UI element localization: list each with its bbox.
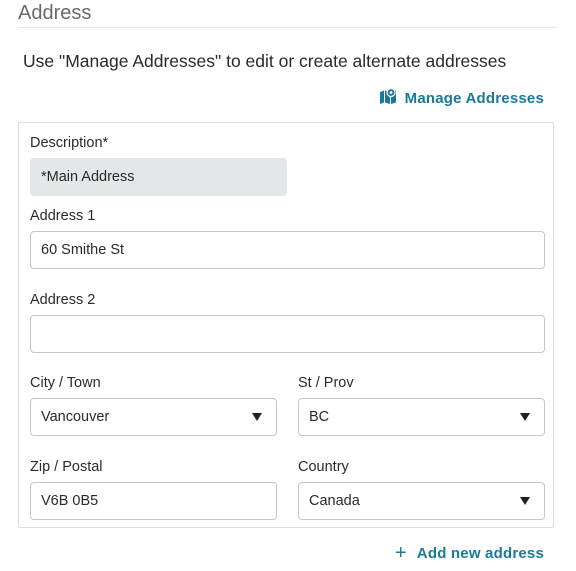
country-selected-value: Canada <box>309 493 360 509</box>
section-divider <box>18 27 557 28</box>
state-select[interactable]: BC <box>298 398 545 436</box>
description-field: *Main Address <box>30 158 287 196</box>
address2-label: Address 2 <box>30 292 96 308</box>
address-section: Address Use "Manage Addresses" to edit o… <box>0 0 576 571</box>
add-new-address-link[interactable]: + Add new address <box>395 543 544 563</box>
add-new-address-label: Add new address <box>416 544 544 562</box>
address1-input[interactable] <box>30 231 545 269</box>
manage-hint-text: Use "Manage Addresses" to edit or create… <box>23 51 507 71</box>
chevron-down-icon <box>520 497 530 505</box>
city-select[interactable]: Vancouver <box>30 398 277 436</box>
address1-label: Address 1 <box>30 208 96 224</box>
map-icon <box>379 87 405 108</box>
chevron-down-icon <box>520 413 530 421</box>
section-title: Address <box>18 2 92 24</box>
zip-input[interactable] <box>30 482 277 520</box>
chevron-down-icon <box>252 413 262 421</box>
manage-addresses-label: Manage Addresses <box>404 89 544 107</box>
country-label: Country <box>298 459 349 475</box>
manage-addresses-link[interactable]: Manage Addresses <box>379 87 544 108</box>
zip-label: Zip / Postal <box>30 459 103 475</box>
state-selected-value: BC <box>309 409 330 425</box>
city-label: City / Town <box>30 375 101 391</box>
address-form-card: Description* *Main Address Address 1 Add… <box>18 122 554 528</box>
country-select[interactable]: Canada <box>298 482 545 520</box>
city-selected-value: Vancouver <box>41 409 110 425</box>
address2-input[interactable] <box>30 315 545 353</box>
plus-icon: + <box>394 542 407 564</box>
description-label: Description* <box>30 135 109 151</box>
state-label: St / Prov <box>298 375 354 391</box>
